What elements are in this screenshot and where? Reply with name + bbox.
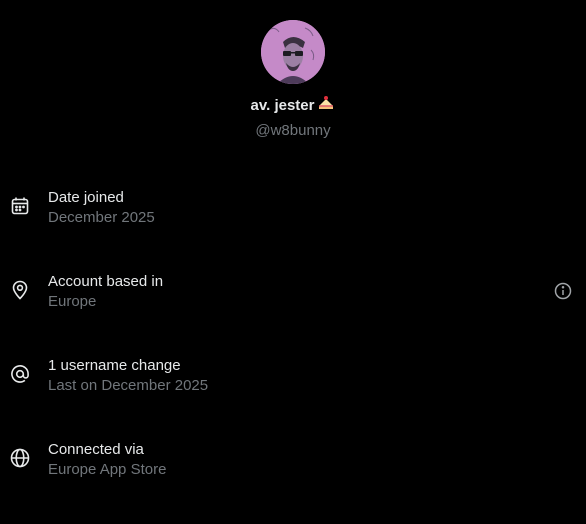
avatar[interactable]	[261, 20, 325, 84]
connected-via-value: Europe App Store	[48, 461, 167, 478]
handle: @w8bunny	[255, 122, 331, 139]
account-based-in-value: Europe	[48, 293, 97, 310]
date-joined-row: Date joined December 2025	[0, 188, 586, 272]
date-joined-text: Date joined December 2025	[48, 188, 155, 228]
profile-header: av. jester @w8bunny	[0, 20, 586, 141]
cake-emoji-icon	[317, 94, 335, 118]
at-sign-icon	[10, 364, 30, 384]
username-change-value: Last on December 2025	[48, 377, 209, 394]
globe-icon	[10, 448, 30, 468]
date-joined-label: Date joined	[48, 189, 124, 206]
username-change-label: 1 username change	[48, 357, 181, 374]
username-change-row: 1 username change Last on December 2025	[0, 356, 586, 440]
display-name-text: av. jester	[250, 97, 315, 114]
calendar-icon	[10, 196, 30, 216]
date-joined-value: December 2025	[48, 209, 155, 226]
connected-via-row: Connected via Europe App Store	[0, 440, 586, 524]
connected-via-label: Connected via	[48, 441, 144, 458]
location-pin-icon	[10, 280, 30, 300]
account-info-list: Date joined December 2025 Account based …	[0, 188, 586, 524]
username-change-text: 1 username change Last on December 2025	[48, 356, 208, 396]
display-name: av. jester	[0, 94, 586, 118]
connected-via-text: Connected via Europe App Store	[48, 440, 166, 480]
avatar-image	[261, 20, 325, 84]
account-based-in-text: Account based in Europe	[48, 272, 163, 312]
account-based-in-label: Account based in	[48, 273, 164, 290]
account-based-in-row: Account based in Europe	[0, 272, 586, 356]
info-icon[interactable]	[554, 282, 572, 300]
